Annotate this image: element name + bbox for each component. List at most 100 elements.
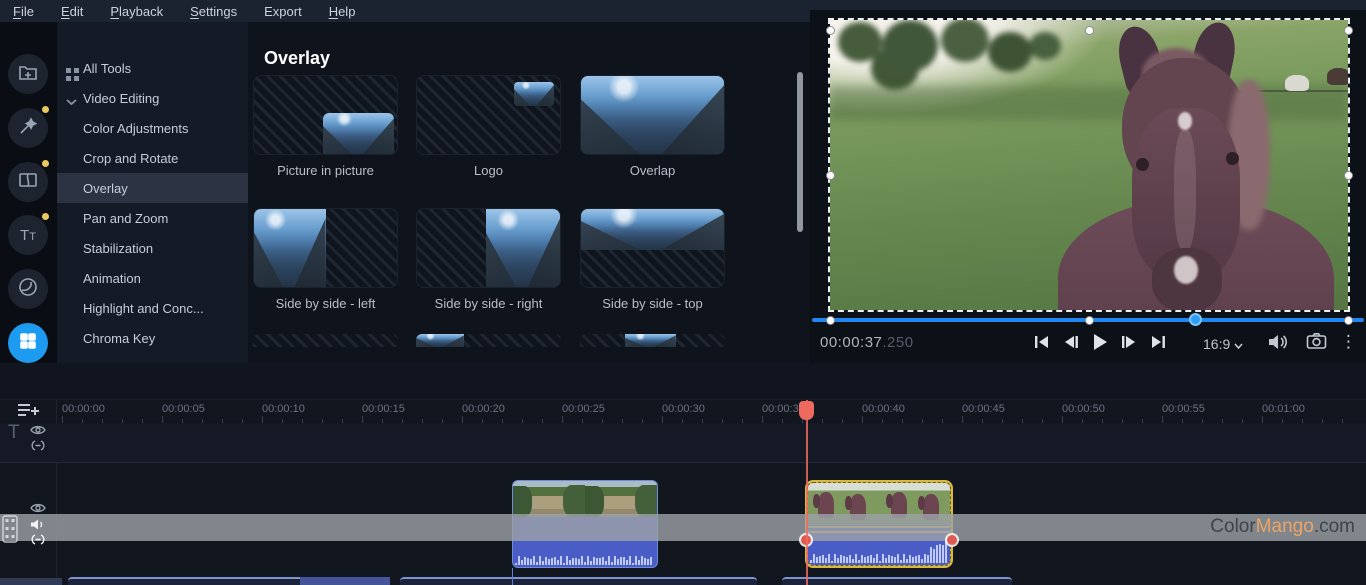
menu-playback[interactable]: Playback — [110, 4, 163, 19]
tools-item-highlight-and-conceal[interactable]: Highlight and Conc... — [57, 293, 248, 323]
video-track-visibility-icon[interactable] — [30, 501, 46, 519]
new-badge — [42, 213, 49, 220]
preview-panel: 00:00:37.250 16:9 ⋮ — [810, 10, 1366, 363]
overlay-card-overlap[interactable]: Overlap — [580, 75, 725, 178]
timeline-toolbar: Export — [0, 363, 1366, 400]
tools-item-chroma-key[interactable]: Chroma Key — [57, 323, 248, 353]
clip-video-thumbnail — [513, 481, 657, 517]
video-track-link-icon[interactable] — [30, 533, 46, 551]
logo-thumbnail — [416, 75, 561, 155]
menu-file[interactable]: File — [13, 4, 34, 19]
playback-controls — [1032, 332, 1168, 352]
horse-blaze — [1174, 130, 1196, 250]
distant-white-horse — [1285, 75, 1309, 91]
new-badge — [42, 160, 49, 167]
resize-handle-nw[interactable] — [826, 26, 835, 35]
resize-handle-e[interactable] — [1344, 171, 1353, 180]
titles-icon: TT — [20, 227, 36, 244]
horse-eye-left — [1136, 158, 1149, 171]
tools-item-pan-and-zoom[interactable]: Pan and Zoom — [57, 203, 248, 233]
playhead-line — [806, 400, 808, 585]
menu-help[interactable]: Help — [329, 4, 356, 19]
menu-export[interactable]: Export — [264, 4, 302, 19]
resize-handle-se[interactable] — [1344, 316, 1353, 325]
current-timecode: 00:00:37.250 — [820, 334, 914, 351]
horse-snip-marking — [1174, 256, 1198, 284]
menu-settings[interactable]: Settings — [190, 4, 237, 19]
gallery-scrollbar[interactable] — [797, 72, 803, 232]
more-tools-button[interactable] — [8, 323, 48, 363]
tools-item-animation[interactable]: Animation — [57, 263, 248, 293]
resize-handle-n[interactable] — [1085, 26, 1094, 35]
title-track-link-icon[interactable] — [30, 439, 46, 457]
overlay-gallery-panel: Overlay Picture in picture Logo Overlap … — [248, 22, 810, 363]
overlay-card-partial-1[interactable] — [253, 334, 398, 347]
magic-wand-icon — [17, 115, 39, 142]
title-track[interactable] — [0, 423, 1366, 463]
track-highlight-band — [0, 514, 1366, 541]
titles-button[interactable]: TT — [8, 215, 48, 255]
title-track-icon: T — [8, 422, 20, 444]
pip-thumbnail — [253, 75, 398, 155]
tools-item-all-tools[interactable]: All Tools — [57, 53, 248, 83]
tools-panel: All Tools Video Editing Color Adjustment… — [57, 22, 248, 363]
linked-track-segment[interactable] — [400, 577, 757, 585]
clip-audio-waveform — [513, 539, 657, 565]
tools-group-video-editing[interactable]: Video Editing — [57, 83, 248, 113]
stickers-button[interactable] — [8, 269, 48, 309]
next-frame-button[interactable] — [1119, 332, 1139, 352]
previous-frame-button[interactable] — [1061, 332, 1081, 352]
playhead-marker[interactable] — [799, 401, 814, 420]
resize-handle-w[interactable] — [826, 171, 835, 180]
chevron-down-icon — [1234, 336, 1243, 352]
video-editor-window: File Edit Playback Settings Export Help … — [0, 0, 1366, 585]
panel-title: Overlay — [264, 48, 330, 69]
import-media-button[interactable] — [8, 54, 48, 94]
sbs-top-thumbnail — [580, 208, 725, 288]
skip-to-end-button[interactable] — [1148, 332, 1168, 352]
tools-item-overlay[interactable]: Overlay — [57, 173, 248, 203]
overlay-card-side-by-side-top[interactable]: Side by side - top — [580, 208, 725, 311]
resize-handle-s[interactable] — [1085, 316, 1094, 325]
overlay-card-partial-3[interactable] — [580, 334, 725, 347]
horse-star-marking — [1178, 112, 1192, 130]
overlay-card-side-by-side-left[interactable]: Side by side - left — [253, 208, 398, 311]
distant-brown-horse — [1327, 68, 1348, 85]
overlay-card-partial-2[interactable] — [416, 334, 561, 347]
volume-button[interactable] — [1266, 332, 1288, 357]
clip-trim-handle-right[interactable] — [947, 535, 957, 545]
tools-item-stabilization[interactable]: Stabilization — [57, 233, 248, 263]
skip-to-start-button[interactable] — [1032, 332, 1052, 352]
stickers-icon — [17, 276, 39, 303]
menu-edit[interactable]: Edit — [61, 4, 83, 19]
seek-handle[interactable] — [1189, 313, 1202, 326]
tools-item-crop-and-rotate[interactable]: Crop and Rotate — [57, 143, 248, 173]
timeline: T 00:00:00 00:00:05 00:00:10 00:00:15 00… — [0, 400, 1366, 585]
trees — [838, 22, 882, 62]
tools-item-color-adjustments[interactable]: Color Adjustments — [57, 113, 248, 143]
activity-bar: TT — [0, 22, 57, 363]
overlap-thumbnail — [580, 75, 725, 155]
resize-handle-ne[interactable] — [1344, 26, 1353, 35]
linked-track-segment-filled[interactable] — [300, 577, 390, 585]
linked-track-corner — [0, 578, 62, 585]
overlay-card-side-by-side-right[interactable]: Side by side - right — [416, 208, 561, 311]
play-button[interactable] — [1090, 332, 1110, 352]
new-badge — [42, 106, 49, 113]
snapshot-button[interactable] — [1306, 332, 1327, 355]
transitions-button[interactable] — [8, 162, 48, 202]
grid-icon — [18, 331, 38, 356]
more-options-button[interactable]: ⋮ — [1340, 332, 1357, 352]
watermark: ColorMango.com — [1210, 516, 1355, 538]
linked-track-segment[interactable] — [782, 577, 1012, 585]
video-track-filmstrip-icon — [2, 515, 18, 548]
magic-enhance-button[interactable] — [8, 108, 48, 148]
overlay-card-logo[interactable]: Logo — [416, 75, 561, 178]
transitions-icon — [17, 169, 39, 196]
folder-plus-icon — [17, 61, 39, 88]
add-track-icon[interactable] — [16, 402, 42, 423]
overlay-card-picture-in-picture[interactable]: Picture in picture — [253, 75, 398, 178]
preview-video-frame[interactable] — [830, 20, 1348, 310]
aspect-ratio-select[interactable]: 16:9 — [1203, 336, 1243, 352]
resize-handle-sw[interactable] — [826, 316, 835, 325]
